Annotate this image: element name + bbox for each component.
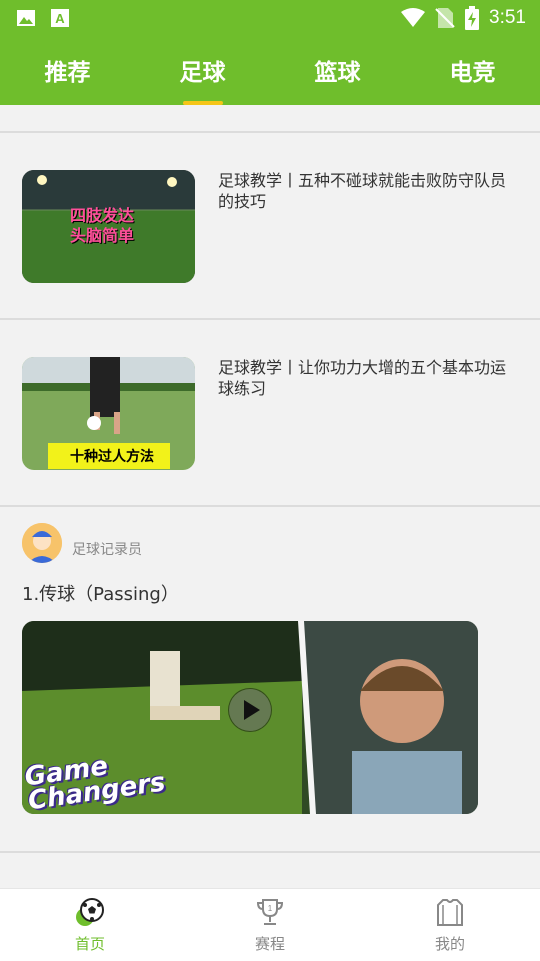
tab-label: 推荐 [44,60,91,86]
nav-label: 赛程 [254,935,285,953]
article-item[interactable]: 十种过人方法 足球教学丨让你功力大增的五个基本功运球练习 [0,320,540,505]
feed[interactable]: 四肢发达 头脑简单 足球教学丨五种不碰球就能击败防守队员的技巧 十种过人方法 足… [0,105,540,888]
battery-charging-icon [465,6,480,30]
article-title: 足球教学丨让你功力大增的五个基本功运球练习 [218,358,507,398]
jersey-icon [437,899,463,926]
svg-text:A: A [55,11,65,26]
thumbnail-caption: 十种过人方法 [70,449,154,465]
tab-label: 篮球 [314,60,361,86]
soccer-ball-icon [76,898,104,926]
font-a-icon: A [51,9,69,27]
bottom-nav: 首页 1 赛程 我的 [0,888,540,961]
image-icon [17,10,35,26]
nav-home[interactable]: 首页 [0,889,180,961]
svg-text:1: 1 [268,904,273,913]
author-name[interactable]: 足球记录员 [72,539,142,559]
tab-basketball[interactable]: 篮球 [270,36,405,105]
play-button[interactable] [228,688,272,732]
article-thumbnail: 十种过人方法 [22,357,195,470]
article-title: 足球教学丨五种不碰球就能击败防守队员的技巧 [218,171,507,211]
nav-mine[interactable]: 我的 [360,889,540,961]
status-bar: A 3:51 [0,0,540,36]
clock: 3:51 [489,7,526,28]
article-item[interactable]: 四肢发达 头脑简单 足球教学丨五种不碰球就能击败防守队员的技巧 [0,133,540,318]
no-sim-icon [435,8,455,28]
tab-recommend[interactable]: 推荐 [0,36,135,105]
wifi-icon [401,8,426,27]
tab-label: 电竞 [449,60,496,86]
article-thumbnail: 四肢发达 头脑简单 [22,170,195,283]
nav-label: 首页 [74,935,105,953]
video-thumbnail[interactable]: Game Changers [22,621,478,814]
tab-esports[interactable]: 电竞 [405,36,540,105]
thumbnail-caption: 四肢发达 头脑简单 [70,206,135,245]
nav-schedule[interactable]: 1 赛程 [180,889,360,961]
tab-football[interactable]: 足球 [135,36,270,105]
play-icon [229,689,271,731]
nav-label: 我的 [434,935,465,953]
tab-label: 足球 [179,60,226,86]
avatar[interactable] [22,523,62,563]
top-tab-bar: 推荐 足球 篮球 电竞 [0,36,540,105]
post-text: 1.传球（Passing） [22,584,179,605]
divider [0,851,540,853]
trophy-icon: 1 [256,899,284,925]
post-item[interactable]: 足球记录员 1.传球（Passing） Game Changers [0,507,540,851]
